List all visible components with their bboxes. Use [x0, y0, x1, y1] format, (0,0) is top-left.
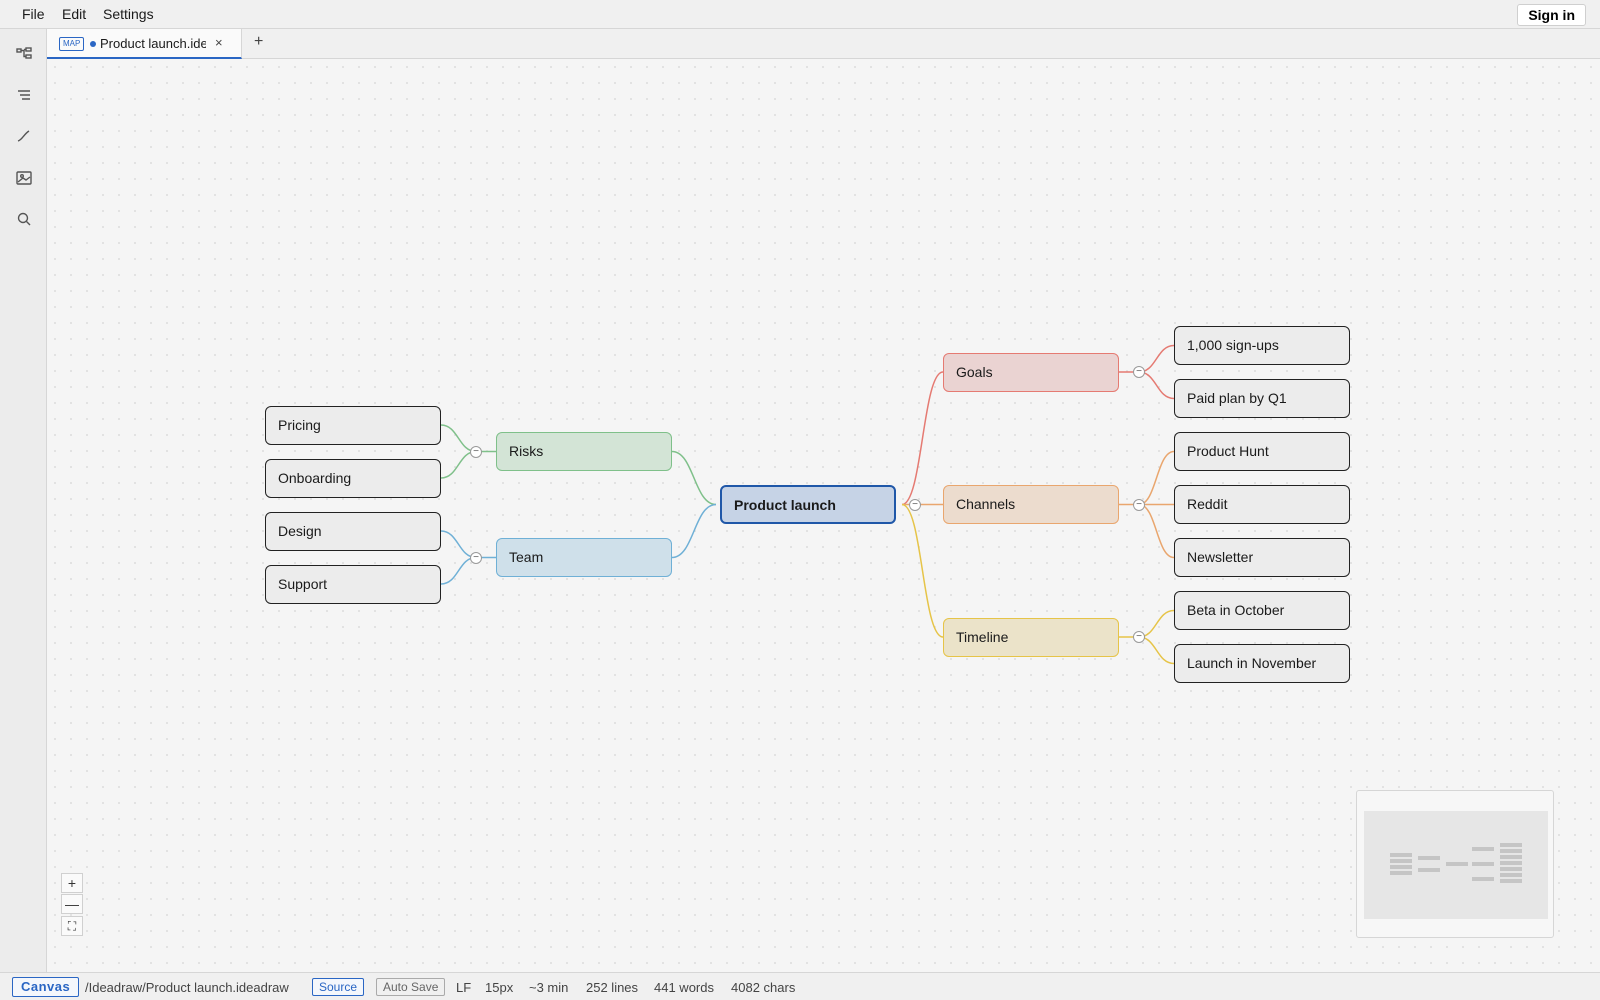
leaf-node-launch-in-november[interactable]: Launch in November: [1174, 644, 1350, 683]
connector-line: [1138, 503, 1175, 559]
connector-line: [1138, 344, 1175, 373]
branch-node-risks[interactable]: Risks: [496, 432, 672, 471]
menubar: File Edit Settings Sign in: [0, 0, 1600, 29]
minimap-node: [1390, 853, 1412, 857]
minimap-node: [1472, 847, 1494, 851]
connector-line: [1138, 450, 1175, 506]
connector-line: [901, 371, 944, 506]
leaf-node-newsletter[interactable]: Newsletter: [1174, 538, 1350, 577]
leaf-node-paid-plan-by-q1[interactable]: Paid plan by Q1: [1174, 379, 1350, 418]
leaf-node-design[interactable]: Design: [265, 511, 441, 551]
outline-icon[interactable]: [14, 85, 34, 105]
add-tab-icon[interactable]: +: [254, 33, 263, 51]
minimap-node: [1418, 868, 1440, 872]
collapse-toggle-goals[interactable]: −: [1133, 366, 1145, 378]
minimap-node: [1500, 879, 1522, 883]
line-count: 252 lines: [586, 980, 639, 995]
branch-node-goals[interactable]: Goals: [943, 352, 1119, 392]
mindmap-icon[interactable]: [14, 44, 34, 64]
minimap-node: [1390, 859, 1412, 863]
read-time: ~3 min: [529, 980, 569, 995]
minimap-viewport: [1364, 811, 1548, 919]
minimap-node: [1446, 862, 1468, 866]
minimap-node: [1418, 856, 1440, 860]
auto-save-toggle[interactable]: Auto Save: [376, 978, 446, 996]
collapse-toggle-channels[interactable]: −: [1133, 498, 1145, 511]
font-size[interactable]: 15px: [485, 980, 513, 995]
menu-file[interactable]: File: [22, 6, 45, 22]
map-badge: MAP: [59, 37, 85, 51]
minimap-node: [1500, 849, 1522, 853]
leaf-node-support[interactable]: Support: [265, 564, 441, 604]
menu-edit[interactable]: Edit: [62, 6, 86, 22]
canvas-mode-button[interactable]: Canvas: [12, 977, 80, 997]
minimap[interactable]: [1356, 790, 1554, 938]
search-icon[interactable]: [14, 209, 34, 229]
activity-bar: [0, 29, 47, 972]
tab-bar: MAP Product launch.ideadraw × +: [47, 29, 1600, 59]
connector-line: [901, 503, 944, 638]
file-path: /Ideadraw/Product launch.ideadraw: [85, 980, 289, 995]
collapse-toggle-team[interactable]: −: [470, 551, 482, 564]
image-icon[interactable]: [14, 168, 34, 188]
tab-product-launch[interactable]: MAP Product launch.ideadraw ×: [47, 29, 242, 59]
fit-view-button[interactable]: ⛶: [61, 916, 83, 936]
word-count: 441 words: [654, 980, 714, 995]
menu-settings[interactable]: Settings: [103, 6, 154, 22]
line-ending[interactable]: LF: [456, 980, 471, 995]
root-node[interactable]: Product launch: [720, 485, 896, 524]
minimap-node: [1472, 877, 1494, 881]
leaf-node-product-hunt[interactable]: Product Hunt: [1174, 432, 1350, 471]
minimap-node: [1472, 862, 1494, 866]
collapse-toggle-timeline[interactable]: −: [1133, 631, 1145, 643]
connector-line: [1138, 636, 1175, 665]
minimap-node: [1390, 865, 1412, 869]
connector-line: [1138, 371, 1175, 400]
leaf-node-beta-in-october[interactable]: Beta in October: [1174, 591, 1350, 630]
leaf-node-reddit[interactable]: Reddit: [1174, 485, 1350, 524]
minimap-node: [1500, 861, 1522, 865]
connector-line: [1138, 609, 1175, 638]
branch-node-channels[interactable]: Channels: [943, 485, 1119, 524]
sign-in-button[interactable]: Sign in: [1517, 4, 1586, 26]
collapse-toggle-risks[interactable]: −: [470, 445, 482, 458]
leaf-node-pricing[interactable]: Pricing: [265, 405, 441, 445]
minimap-node: [1500, 867, 1522, 871]
connector-line: [671, 450, 717, 506]
minimap-node: [1500, 855, 1522, 859]
tab-close-icon[interactable]: ×: [215, 35, 223, 50]
pen-icon[interactable]: [14, 126, 34, 146]
unsaved-dot-icon: [90, 41, 96, 47]
status-bar: Canvas /Ideadraw/Product launch.ideadraw…: [0, 972, 1600, 1000]
char-count: 4082 chars: [731, 980, 796, 995]
collapse-toggle-root[interactable]: −: [909, 498, 921, 511]
minimap-node: [1390, 871, 1412, 875]
minimap-node: [1500, 873, 1522, 877]
tab-title: Product launch.ideadraw: [100, 36, 206, 51]
zoom-out-button[interactable]: —: [61, 894, 83, 914]
zoom-in-button[interactable]: +: [61, 873, 83, 893]
leaf-node-onboarding[interactable]: Onboarding: [265, 458, 441, 498]
branch-node-team[interactable]: Team: [496, 538, 672, 577]
leaf-node-1-000-sign-ups[interactable]: 1,000 sign-ups: [1174, 326, 1350, 365]
branch-node-timeline[interactable]: Timeline: [943, 617, 1119, 657]
source-mode-button[interactable]: Source: [312, 978, 365, 996]
connector-line: [671, 503, 717, 559]
minimap-node: [1500, 843, 1522, 847]
